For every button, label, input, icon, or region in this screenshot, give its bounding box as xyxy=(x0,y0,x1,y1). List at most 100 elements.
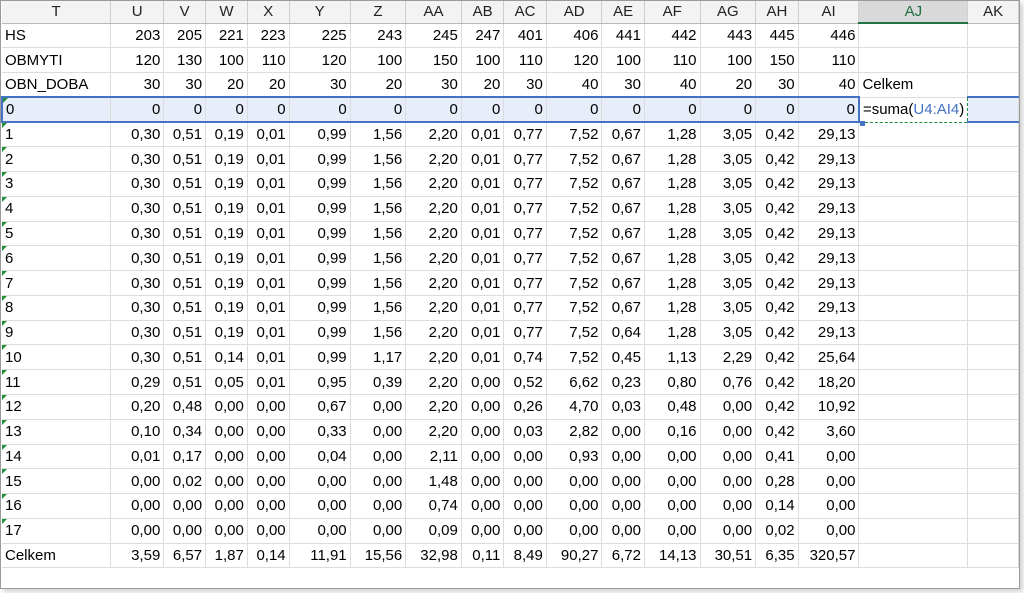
ak-cell[interactable] xyxy=(967,146,1019,173)
aj-cell[interactable] xyxy=(858,23,969,49)
data-cell[interactable]: 7,52 xyxy=(546,344,603,371)
data-cell[interactable]: 0,51 xyxy=(163,320,207,346)
column-header-x[interactable]: X xyxy=(247,1,290,24)
ak-cell[interactable] xyxy=(967,419,1019,445)
data-cell[interactable]: 1,28 xyxy=(644,270,701,296)
data-cell[interactable]: 0,30 xyxy=(110,245,165,272)
data-cell[interactable]: 2,20 xyxy=(405,320,462,346)
data-cell[interactable]: 6,62 xyxy=(546,369,603,395)
data-cell[interactable]: 0,00 xyxy=(350,419,407,445)
data-cell[interactable]: 1,28 xyxy=(644,221,701,247)
ak-cell[interactable] xyxy=(967,122,1019,148)
data-cell[interactable]: 7,52 xyxy=(546,295,603,321)
data-cell[interactable]: 0,19 xyxy=(205,245,248,272)
data-cell[interactable]: 243 xyxy=(350,23,407,49)
aj-cell[interactable] xyxy=(858,320,969,346)
data-cell[interactable]: 0,00 xyxy=(546,468,603,495)
data-cell[interactable]: 2,20 xyxy=(405,146,462,173)
data-cell[interactable]: 2,11 xyxy=(405,444,462,470)
row-label-cell[interactable]: 15 xyxy=(2,468,112,495)
data-cell[interactable]: 0,51 xyxy=(163,295,207,321)
data-cell[interactable]: 2,20 xyxy=(405,394,462,420)
ak-cell[interactable] xyxy=(967,344,1019,371)
data-cell[interactable]: 0,30 xyxy=(110,196,165,222)
data-cell[interactable]: 1,56 xyxy=(350,171,407,197)
data-cell[interactable]: 0,00 xyxy=(798,444,860,470)
data-cell[interactable]: 30,51 xyxy=(700,543,757,569)
data-cell[interactable]: 0,99 xyxy=(289,196,351,222)
data-cell[interactable]: 0,00 xyxy=(503,468,547,495)
data-cell[interactable]: 0,00 xyxy=(700,493,757,519)
data-cell[interactable]: 0,00 xyxy=(350,518,407,544)
data-cell[interactable]: 3,05 xyxy=(700,122,757,148)
data-cell[interactable]: 25,64 xyxy=(798,344,860,371)
data-cell[interactable]: 3,60 xyxy=(798,419,860,445)
data-cell[interactable]: 0 xyxy=(461,96,505,124)
ak-cell[interactable] xyxy=(967,245,1019,272)
data-cell[interactable]: 0,00 xyxy=(601,493,645,519)
data-cell[interactable]: 3,05 xyxy=(700,320,757,346)
data-cell[interactable]: 0 xyxy=(205,96,248,124)
data-cell[interactable]: 0,00 xyxy=(461,369,505,395)
data-cell[interactable]: 0,51 xyxy=(163,146,207,173)
data-cell[interactable]: 0,00 xyxy=(205,493,248,519)
data-cell[interactable]: 0,03 xyxy=(601,394,645,420)
aj-cell[interactable] xyxy=(858,543,969,569)
ak-cell[interactable] xyxy=(967,543,1019,569)
row-label-cell[interactable]: 16 xyxy=(2,493,112,519)
data-cell[interactable]: 0,00 xyxy=(247,468,290,495)
ak-cell[interactable] xyxy=(967,72,1019,98)
data-cell[interactable]: 0,01 xyxy=(247,320,290,346)
data-cell[interactable]: 0,19 xyxy=(205,295,248,321)
data-cell[interactable]: 2,20 xyxy=(405,196,462,222)
data-cell[interactable]: 0,51 xyxy=(163,171,207,197)
data-cell[interactable]: 3,59 xyxy=(110,543,165,569)
data-cell[interactable]: 7,52 xyxy=(546,146,603,173)
data-cell[interactable]: 0,67 xyxy=(289,394,351,420)
data-cell[interactable]: 0,00 xyxy=(110,468,165,495)
data-cell[interactable]: 0,05 xyxy=(205,369,248,395)
row-label-cell[interactable]: 1 xyxy=(2,122,112,148)
data-cell[interactable]: 1,28 xyxy=(644,196,701,222)
data-cell[interactable]: 0,64 xyxy=(601,320,645,346)
column-header-v[interactable]: V xyxy=(163,1,207,24)
ak-cell[interactable] xyxy=(967,221,1019,247)
data-cell[interactable]: 2,20 xyxy=(405,295,462,321)
ak-cell[interactable] xyxy=(967,444,1019,470)
data-cell[interactable]: 0,48 xyxy=(644,394,701,420)
data-cell[interactable]: 0,01 xyxy=(461,320,505,346)
data-cell[interactable]: 1,28 xyxy=(644,295,701,321)
data-cell[interactable]: 20 xyxy=(461,72,505,98)
data-cell[interactable]: 0,00 xyxy=(644,468,701,495)
data-cell[interactable]: 30 xyxy=(755,72,799,98)
data-cell[interactable]: 0,45 xyxy=(601,344,645,371)
data-cell[interactable]: 0,00 xyxy=(503,518,547,544)
data-cell[interactable]: 0,19 xyxy=(205,196,248,222)
data-cell[interactable]: 100 xyxy=(461,47,505,74)
aj-cell[interactable] xyxy=(858,468,969,495)
data-cell[interactable]: 4,70 xyxy=(546,394,603,420)
data-cell[interactable]: 0,00 xyxy=(798,493,860,519)
data-cell[interactable]: 445 xyxy=(755,23,799,49)
data-cell[interactable]: 0,00 xyxy=(461,419,505,445)
row-label-cell[interactable]: 10 xyxy=(2,344,112,371)
data-cell[interactable]: 0,19 xyxy=(205,320,248,346)
data-cell[interactable]: 0,04 xyxy=(289,444,351,470)
data-cell[interactable]: 1,56 xyxy=(350,122,407,148)
data-cell[interactable]: 0,99 xyxy=(289,171,351,197)
data-cell[interactable]: 100 xyxy=(700,47,757,74)
ak-cell[interactable] xyxy=(967,196,1019,222)
data-cell[interactable]: 0 xyxy=(405,96,462,124)
data-cell[interactable]: 1,56 xyxy=(350,146,407,173)
data-cell[interactable]: 3,05 xyxy=(700,221,757,247)
data-cell[interactable]: 247 xyxy=(461,23,505,49)
data-cell[interactable]: 0,42 xyxy=(755,122,799,148)
aj-cell[interactable] xyxy=(858,369,969,395)
data-cell[interactable]: 0,00 xyxy=(503,444,547,470)
data-cell[interactable]: 1,28 xyxy=(644,171,701,197)
data-cell[interactable]: 0,00 xyxy=(205,394,248,420)
data-cell[interactable]: 0,74 xyxy=(405,493,462,519)
row-label-cell[interactable]: 13 xyxy=(2,419,112,445)
data-cell[interactable]: 8,49 xyxy=(503,543,547,569)
data-cell[interactable]: 0,28 xyxy=(755,468,799,495)
